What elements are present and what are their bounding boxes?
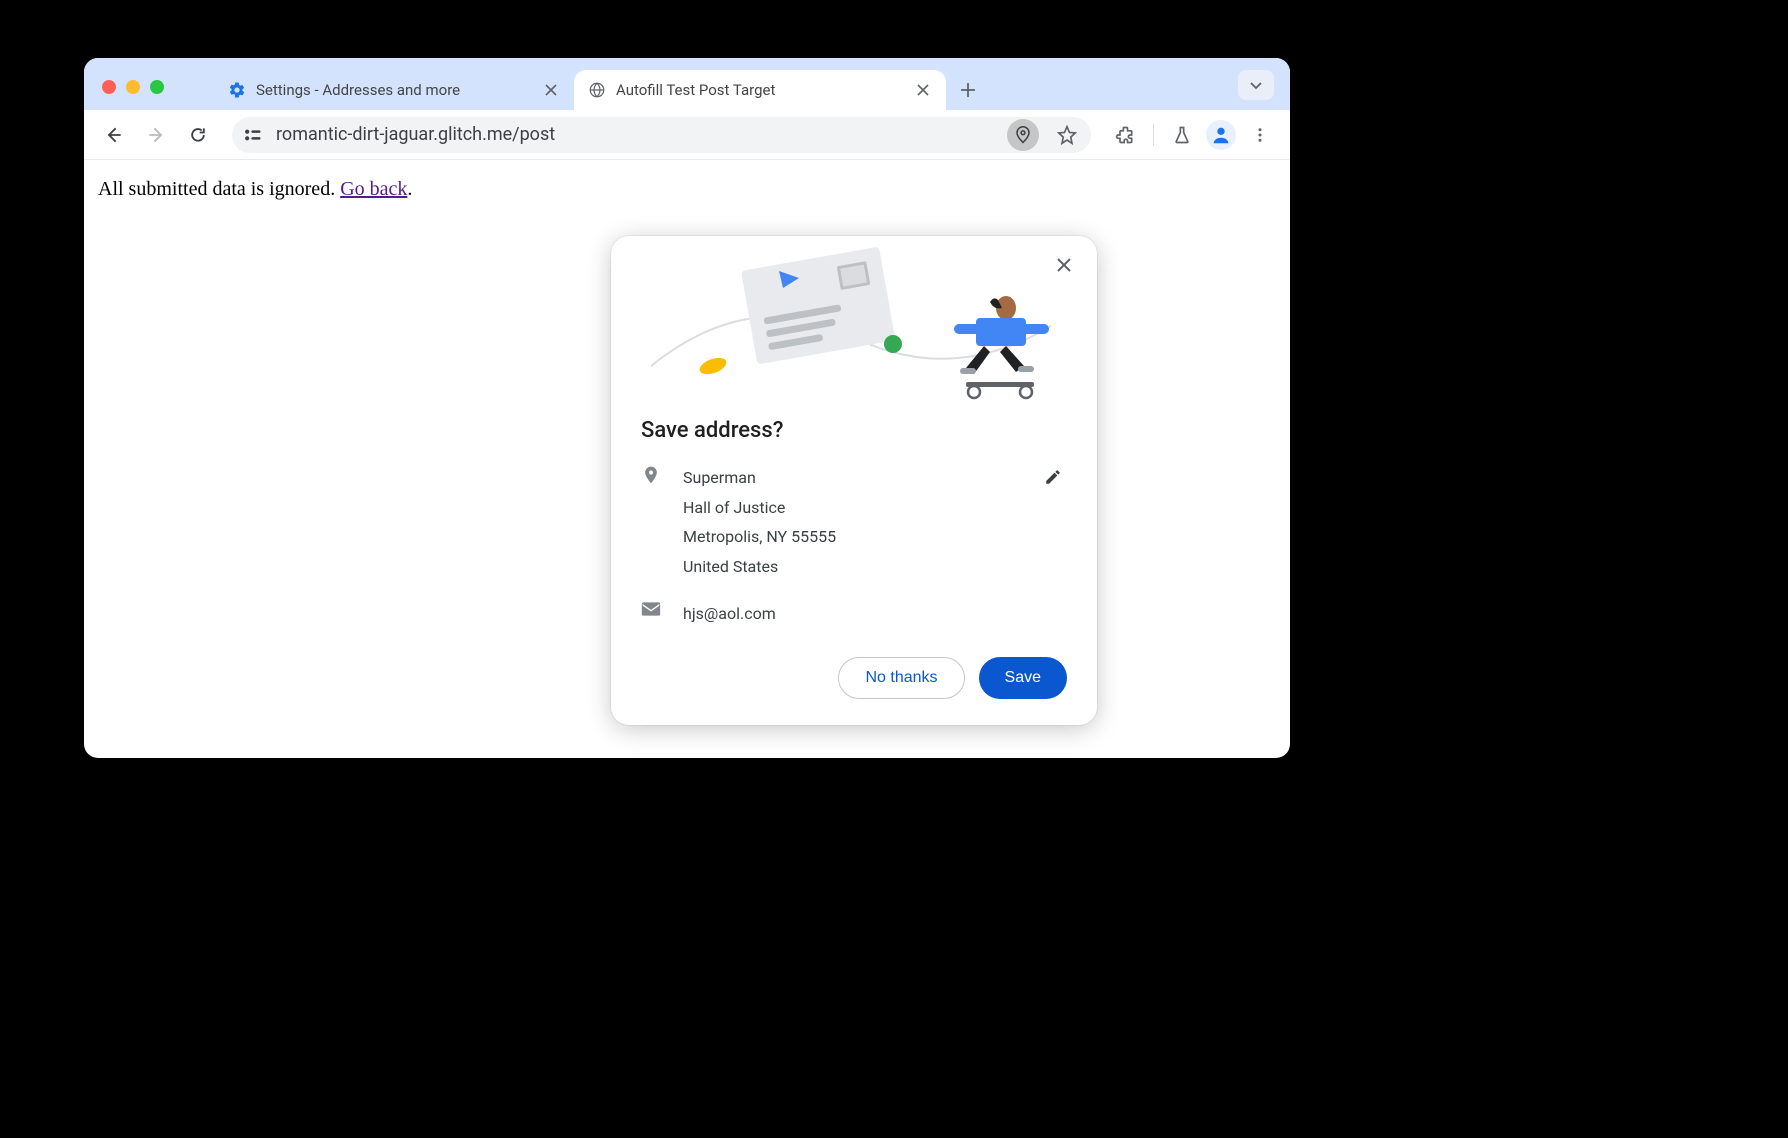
profile-avatar[interactable]: [1206, 120, 1236, 150]
extensions-icon[interactable]: [1107, 117, 1143, 153]
close-tab-icon[interactable]: [542, 81, 560, 99]
page-content: All submitted data is ignored. Go back.: [84, 160, 1290, 219]
tab-title: Settings - Addresses and more: [256, 81, 532, 99]
toolbar-actions: [1107, 117, 1278, 153]
popup-body: Save address? Superman Hall of Justice M…: [611, 408, 1097, 725]
save-button[interactable]: Save: [979, 657, 1067, 699]
url-text: romantic-dirt-jaguar.glitch.me/post: [276, 124, 995, 145]
close-popup-button[interactable]: [1049, 250, 1079, 280]
tab-dropdown-button[interactable]: [1238, 70, 1274, 100]
address-line2: Metropolis, NY 55555: [683, 522, 1067, 552]
separator: [1153, 124, 1154, 146]
address-name: Superman: [683, 463, 1067, 493]
page-period: .: [407, 178, 412, 200]
site-info-icon[interactable]: [242, 124, 264, 146]
address-row: Superman Hall of Justice Metropolis, NY …: [641, 463, 1067, 581]
edit-address-button[interactable]: [1039, 463, 1067, 491]
minimize-window-button[interactable]: [126, 80, 140, 94]
forward-button[interactable]: [138, 117, 174, 153]
go-back-link[interactable]: Go back: [340, 178, 407, 200]
tab-autofill-test[interactable]: Autofill Test Post Target: [574, 70, 946, 110]
address-line1: Hall of Justice: [683, 493, 1067, 523]
close-window-button[interactable]: [102, 80, 116, 94]
bookmark-star-icon[interactable]: [1051, 119, 1083, 151]
email-row: hjs@aol.com: [641, 599, 1067, 629]
address-country: United States: [683, 552, 1067, 582]
save-address-popup: Save address? Superman Hall of Justice M…: [611, 236, 1097, 725]
browser-window: Settings - Addresses and more Autofill T…: [84, 58, 1290, 758]
window-controls: [102, 80, 164, 94]
location-pin-icon[interactable]: [1007, 119, 1039, 151]
address-text: Superman Hall of Justice Metropolis, NY …: [683, 463, 1067, 581]
page-text: All submitted data is ignored.: [98, 178, 340, 200]
new-tab-button[interactable]: [952, 74, 984, 106]
back-button[interactable]: [96, 117, 132, 153]
close-tab-icon[interactable]: [914, 81, 932, 99]
tab-title: Autofill Test Post Target: [616, 81, 904, 99]
popup-actions: No thanks Save: [641, 657, 1067, 699]
menu-icon[interactable]: [1242, 117, 1278, 153]
toolbar: romantic-dirt-jaguar.glitch.me/post: [84, 110, 1290, 160]
tab-settings[interactable]: Settings - Addresses and more: [214, 70, 574, 110]
no-thanks-button[interactable]: No thanks: [838, 657, 964, 699]
reload-button[interactable]: [180, 117, 216, 153]
popup-illustration: [611, 236, 1097, 408]
popup-title: Save address?: [641, 418, 1067, 443]
email-text: hjs@aol.com: [683, 599, 1067, 629]
labs-icon[interactable]: [1164, 117, 1200, 153]
maximize-window-button[interactable]: [150, 80, 164, 94]
address-bar[interactable]: romantic-dirt-jaguar.glitch.me/post: [232, 117, 1091, 153]
location-pin-icon: [641, 463, 661, 581]
tab-strip: Settings - Addresses and more Autofill T…: [84, 58, 1290, 110]
email-icon: [641, 599, 661, 629]
gear-icon: [228, 81, 246, 99]
globe-icon: [588, 81, 606, 99]
